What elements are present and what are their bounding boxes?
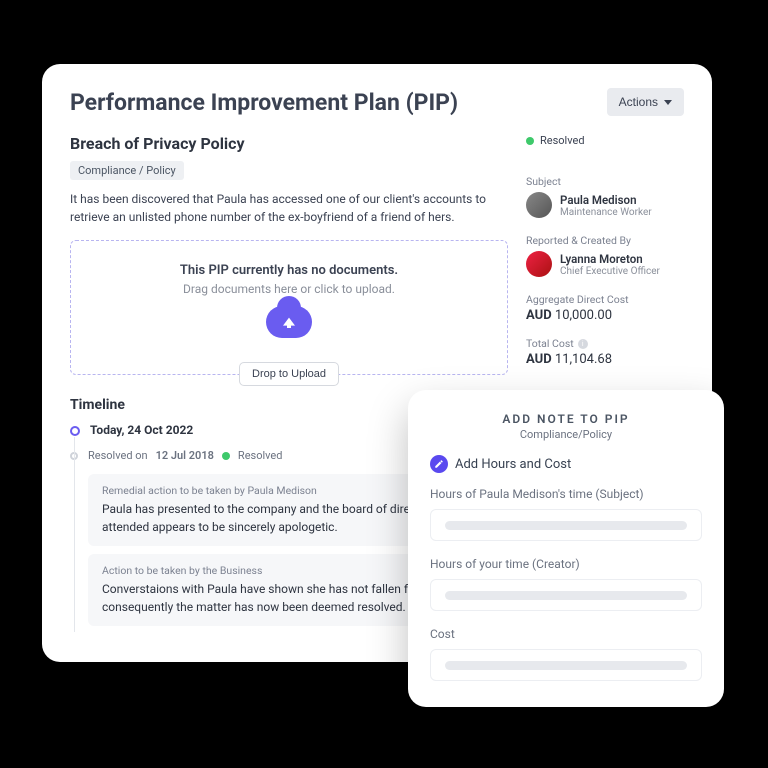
pip-description: It has been discovered that Paula has ac… [70,190,508,226]
actions-button[interactable]: Actions [607,88,684,116]
chevron-down-icon [664,100,672,105]
subject-role: Maintenance Worker [560,207,652,218]
total-cost-value: AUD 11,104.68 [526,352,684,367]
subject-name: Paula Medison [560,193,652,207]
actions-label: Actions [619,95,658,109]
subject-hours-input[interactable] [430,509,702,541]
reporter-label: Reported & Created By [526,234,684,247]
placeholder-skeleton [445,591,687,600]
reporter-role: Chief Executive Officer [560,266,660,277]
resolved-prefix: Resolved on [88,449,148,462]
total-cost-label: Total Cost i [526,337,684,350]
pip-title: Breach of Privacy Policy [70,134,508,153]
placeholder-skeleton [445,521,687,530]
page-title: Performance Improvement Plan (PIP) [70,89,458,116]
timeline-today: Today, 24 Oct 2022 [90,423,193,437]
modal-title: ADD NOTE TO PIP [430,412,702,426]
resolved-label: Resolved [238,449,283,462]
category-tag: Compliance / Policy [70,161,184,180]
cost-input[interactable] [430,649,702,681]
info-icon[interactable]: i [578,339,588,349]
subject-label: Subject [526,175,684,188]
add-note-modal: ADD NOTE TO PIP Compliance/Policy Add Ho… [408,390,724,707]
field-label-subject-hours: Hours of Paula Medison's time (Subject) [430,487,702,501]
aggregate-cost-label: Aggregate Direct Cost [526,293,684,306]
modal-subtitle: Compliance/Policy [430,428,702,441]
status-text: Resolved [540,134,585,147]
aggregate-cost-value: AUD 10,000.00 [526,308,684,323]
reporter-person[interactable]: Lyanna Moreton Chief Executive Officer [526,251,684,277]
cloud-upload-icon [266,306,312,338]
upload-dropzone[interactable]: This PIP currently has no documents. Dra… [70,240,508,375]
drop-upload-button[interactable]: Drop to Upload [239,362,339,386]
modal-section-label: Add Hours and Cost [455,457,571,472]
avatar [526,251,552,277]
status-dot-icon [526,137,534,145]
pencil-icon [430,455,448,473]
status-dot-icon [222,452,230,460]
reporter-name: Lyanna Moreton [560,252,660,266]
resolved-date: 12 Jul 2018 [156,449,214,462]
upload-subtitle: Drag documents here or click to upload. [81,282,497,296]
field-label-creator-hours: Hours of your time (Creator) [430,557,702,571]
avatar [526,192,552,218]
field-label-cost: Cost [430,627,702,641]
header: Performance Improvement Plan (PIP) Actio… [70,88,684,116]
subject-person[interactable]: Paula Medison Maintenance Worker [526,192,684,218]
modal-section-header: Add Hours and Cost [430,455,702,473]
timeline-dot-icon [70,426,80,436]
placeholder-skeleton [445,661,687,670]
timeline-resolved-line: Resolved on 12 Jul 2018 Resolved [88,449,282,462]
creator-hours-input[interactable] [430,579,702,611]
timeline-dot-icon [70,452,78,460]
status-badge: Resolved [526,134,684,147]
upload-title: This PIP currently has no documents. [81,263,497,278]
